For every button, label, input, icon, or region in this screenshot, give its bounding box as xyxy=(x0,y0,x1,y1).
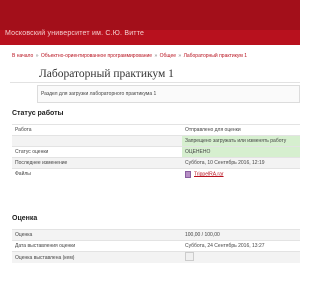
breadcrumb-section-link[interactable]: Общее xyxy=(160,53,176,59)
last-modified-value: Суббота, 10 Сентябрь 2016, 12:19 xyxy=(182,157,300,169)
breadcrumb-separator: » xyxy=(178,53,182,59)
table-row: Дата выставления оценки Суббота, 24 Сент… xyxy=(12,240,300,252)
row-label: Работа xyxy=(12,124,182,136)
table-row: Оценка выставлена (кем) xyxy=(12,251,300,263)
row-label: Статус оценки xyxy=(12,146,182,158)
row-label: Последнее изменение xyxy=(12,157,182,169)
row-label: Оценка выставлена (кем) xyxy=(12,251,182,263)
header-banner xyxy=(0,0,300,30)
grade-table: Оценка 100,00 / 100,00 Дата выставления … xyxy=(12,229,300,263)
submission-status-value: Отправлено для оценки xyxy=(182,124,300,136)
breadcrumb-home-link[interactable]: В начало xyxy=(12,53,33,59)
submitted-file-link[interactable]: TrippelRA.rar xyxy=(194,171,224,177)
files-cell: TrippelRA.rar xyxy=(182,168,300,180)
breadcrumb-course-link[interactable]: Объектно-ориентированное программировани… xyxy=(41,53,152,59)
archive-file-icon xyxy=(185,170,191,178)
breadcrumb-separator: » xyxy=(35,53,39,59)
assignment-intro-box: Раздел для загрузки лабораторного практи… xyxy=(37,85,300,103)
site-header: Московский университет им. С.Ю. Витте xyxy=(0,0,300,45)
breadcrumb-separator: » xyxy=(154,53,158,59)
row-label: Файлы xyxy=(12,168,182,180)
grading-status-value: ОЦЕНЕНО xyxy=(182,146,300,158)
grade-heading: Оценка xyxy=(12,215,38,222)
table-row: Работа Отправлено для оценки xyxy=(12,124,300,136)
grader-cell xyxy=(182,251,300,263)
row-label: Дата выставления оценки xyxy=(12,240,182,252)
row-label xyxy=(12,135,182,147)
assignment-intro-text: Раздел для загрузки лабораторного практи… xyxy=(41,91,157,97)
table-row: Последнее изменение Суббота, 10 Сентябрь… xyxy=(12,157,300,169)
submission-status-table: Работа Отправлено для оценки Запрещено з… xyxy=(12,124,300,180)
site-title[interactable]: Московский университет им. С.Ю. Витте xyxy=(5,30,144,37)
submission-locked-value: Запрещено загружать или изменять работу xyxy=(182,135,300,147)
row-label: Оценка xyxy=(12,229,182,241)
avatar-icon[interactable] xyxy=(185,252,194,261)
title-divider xyxy=(10,82,300,83)
breadcrumb: В начало » Объектно-ориентированное прог… xyxy=(12,53,247,59)
submission-status-heading: Статус работы xyxy=(12,110,64,117)
page-title: Лабораторный практикум 1 xyxy=(39,68,174,80)
breadcrumb-assignment-link[interactable]: Лабораторный практикум 1 xyxy=(184,53,247,59)
table-row: Статус оценки ОЦЕНЕНО xyxy=(12,146,300,158)
graded-on-value: Суббота, 24 Сентябрь 2016, 13:27 xyxy=(182,240,300,252)
table-row: Запрещено загружать или изменять работу xyxy=(12,135,300,147)
table-row: Оценка 100,00 / 100,00 xyxy=(12,229,300,241)
table-row: Файлы TrippelRA.rar xyxy=(12,168,300,180)
grade-value: 100,00 / 100,00 xyxy=(182,229,300,241)
